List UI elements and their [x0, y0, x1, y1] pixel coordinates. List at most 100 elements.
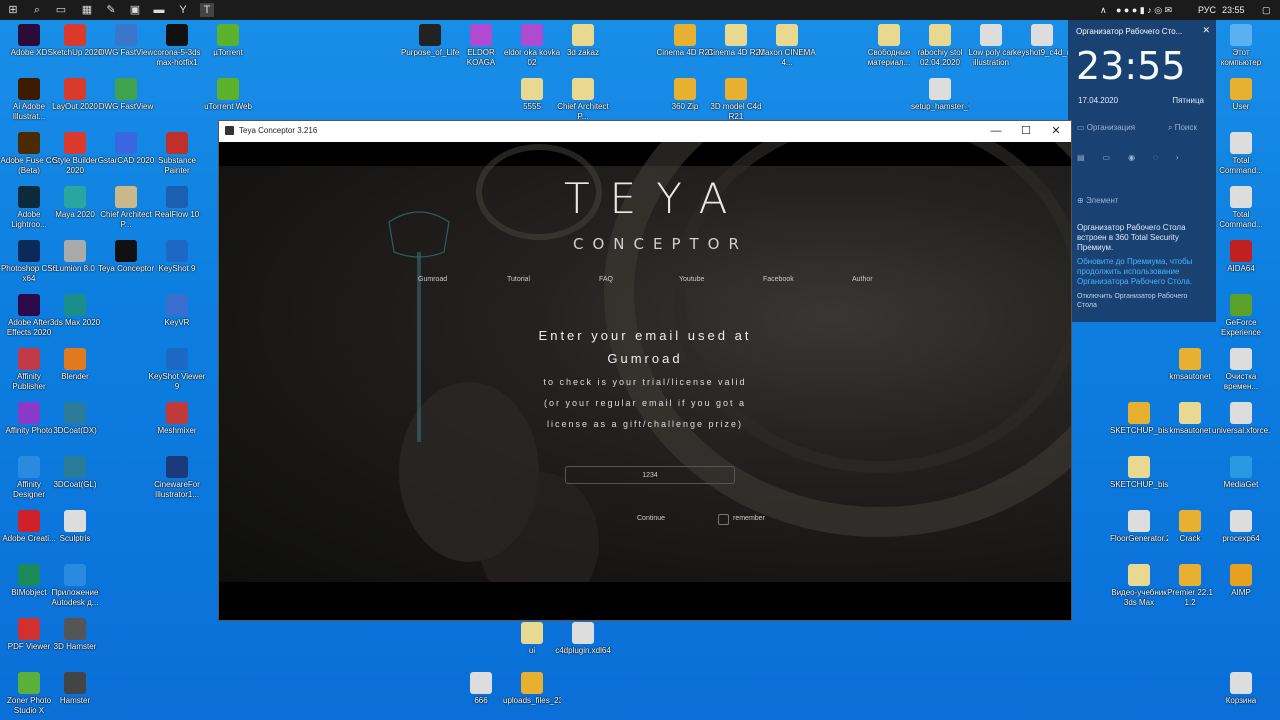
desktop-icon[interactable]: uploads_files_2317664_...	[503, 672, 561, 706]
desktop-icon[interactable]: 3d zakaz	[554, 24, 612, 58]
desktop-icon[interactable]: 3D Hamster	[46, 618, 104, 652]
close-icon[interactable]: ✕	[1202, 25, 1210, 36]
widget-toolbar-icons[interactable]: ▤▭◉◌›	[1077, 153, 1197, 162]
desktop-icon[interactable]: AIDA64	[1212, 240, 1270, 274]
desktop-icon[interactable]: User	[1212, 78, 1270, 112]
add-element-button[interactable]: ⊕ Элемент	[1077, 196, 1119, 205]
desktop-icon[interactable]: Очистка времен...	[1212, 348, 1270, 392]
desktop-icon[interactable]: procexp64	[1212, 510, 1270, 544]
paint-icon[interactable]: ✎	[104, 3, 118, 17]
remember-checkbox[interactable]	[718, 514, 729, 525]
nav-gumroad[interactable]: Gumroad	[418, 276, 447, 283]
desktop-icon[interactable]: 3ds Max 2020	[46, 294, 104, 328]
desktop-icon[interactable]: GeForce Experience	[1212, 294, 1270, 338]
desktop-icon[interactable]: GstarCAD 2020	[97, 132, 155, 166]
desktop-icon[interactable]: DWG FastView	[97, 78, 155, 112]
desktop-icon[interactable]: uTorrent Web	[199, 78, 257, 112]
desktop-icon[interactable]: 3D model C4d R21	[707, 78, 765, 122]
desktop-icon[interactable]: Hamster	[46, 672, 104, 706]
nav-facebook[interactable]: Facebook	[763, 276, 794, 283]
desktop-icon[interactable]: RealFlow 10	[148, 186, 206, 220]
nav-youtube[interactable]: Youtube	[679, 276, 704, 283]
desktop-icon[interactable]: FloorGenerator.2.10.for...	[1110, 510, 1168, 544]
language-indicator[interactable]: РУС	[1198, 0, 1216, 20]
desktop-icon[interactable]: CinewareFor Illustrator1...	[148, 456, 206, 500]
minimize-button[interactable]: —	[981, 121, 1011, 142]
notifications-icon[interactable]: ▢	[1262, 0, 1271, 20]
desktop-icon[interactable]: Style Builder 2020	[46, 132, 104, 176]
organize-button[interactable]: ▭ Организация	[1077, 123, 1135, 132]
desktop-icon[interactable]: ui	[503, 622, 561, 656]
start-icon[interactable]: ⊞	[6, 3, 20, 17]
desktop-icon[interactable]: Premier 22.1 1.2	[1161, 564, 1219, 608]
desktop-icon[interactable]: Crack	[1161, 510, 1219, 544]
desktop-icon[interactable]: 5555	[503, 78, 561, 112]
desktop-icon[interactable]: KeyVR	[148, 294, 206, 328]
desktop-icon[interactable]: setup_hamster_0.8.3	[911, 78, 969, 112]
desktop-icon[interactable]: SKETCHUP_bistr_model	[1110, 402, 1168, 436]
maximize-button[interactable]: ☐	[1011, 121, 1041, 142]
title-bar[interactable]: Teya Conceptor 3.216 — ☐ ✕	[219, 121, 1071, 142]
desktop-icon[interactable]: Lumion 8.0	[46, 240, 104, 274]
desktop-icon[interactable]: Maxon CINEMA 4...	[758, 24, 816, 68]
desktop-icon[interactable]: Substance Painter	[148, 132, 206, 176]
desktop-icon[interactable]: 3DCoat(GL)	[46, 456, 104, 490]
desktop-icon[interactable]: Total Command...	[1212, 186, 1270, 230]
disable-link[interactable]: Отключить Организатор Рабочего Стола	[1077, 292, 1207, 310]
desktop-icon[interactable]: KeyShot 9	[148, 240, 206, 274]
desktop-icon[interactable]: 666	[452, 672, 510, 706]
continue-button[interactable]: Continue	[637, 515, 665, 522]
clock[interactable]: 23:55	[1222, 0, 1245, 20]
calculator-icon[interactable]: ▦	[80, 3, 94, 17]
desktop-icon[interactable]: MediaGet	[1212, 456, 1270, 490]
desktop-icon[interactable]: Cinema 4D R21	[656, 24, 714, 58]
folder-icon[interactable]: ▬	[152, 3, 166, 17]
desktop-icon[interactable]: DWG FastView	[97, 24, 155, 58]
close-button[interactable]: ✕	[1041, 121, 1071, 142]
nav-faq[interactable]: FAQ	[599, 276, 613, 283]
desktop-icon[interactable]: Meshmixer	[148, 402, 206, 436]
desktop-icon[interactable]: Blender	[46, 348, 104, 382]
desktop-icon[interactable]: Sculptris	[46, 510, 104, 544]
desktop-icon[interactable]: rabochiy stol 02.04.2020	[911, 24, 969, 68]
yandex-icon[interactable]: Y	[176, 3, 190, 17]
desktop-icon[interactable]: Свободные материал...	[860, 24, 918, 68]
desktop-icon[interactable]: Этот компьютер	[1212, 24, 1270, 68]
desktop-icon[interactable]: 3DCoat(DX)	[46, 402, 104, 436]
desktop-icon[interactable]: kmsautonet	[1161, 348, 1219, 382]
desktop-icon[interactable]: Total Command...	[1212, 132, 1270, 176]
desktop-icon[interactable]: Low poly car illustration	[962, 24, 1020, 68]
desktop-icon[interactable]: µTorrent	[199, 24, 257, 58]
upgrade-link[interactable]: Обновите до Премиума, чтобы продолжить и…	[1077, 257, 1207, 287]
desktop-icon[interactable]: corona-5-3ds max-hotfix1	[148, 24, 206, 68]
desktop-icon[interactable]: 360 Zip	[656, 78, 714, 112]
task-view-icon[interactable]: ▭	[54, 3, 68, 17]
tray-icons[interactable]: ● ● ● ▮ ♪ ◎ ✉	[1116, 0, 1172, 20]
desktop-icon[interactable]: Cinema 4D R21	[707, 24, 765, 58]
widget-search-button[interactable]: ⌕ Поиск	[1168, 123, 1197, 133]
email-input[interactable]	[565, 466, 735, 484]
desktop-icon[interactable]: Maya 2020	[46, 186, 104, 220]
chevron-up-icon[interactable]: ∧	[1100, 0, 1107, 20]
nav-author[interactable]: Author	[852, 276, 873, 283]
desktop-icon[interactable]: LayOut 2020	[46, 78, 104, 112]
desktop-icon[interactable]: Видео-учебник 3ds Max	[1110, 564, 1168, 608]
desktop-icon[interactable]: eldor oka kovka 02	[503, 24, 561, 68]
desktop-icon[interactable]: SKETCHUP_bistr_model	[1110, 456, 1168, 490]
desktop-icon[interactable]: Приложение Autodesk д...	[46, 564, 104, 608]
desktop-icon[interactable]: Корзина	[1212, 672, 1270, 706]
desktop-icon[interactable]: Purpose_of_Life_Amaz...	[401, 24, 459, 58]
desktop-icon[interactable]: SketchUp 2020	[46, 24, 104, 58]
desktop-icon[interactable]: KeyShot Viewer 9	[148, 348, 206, 392]
desktop-icon[interactable]: universal.xforce.keygen...	[1212, 402, 1270, 436]
screenshot-icon[interactable]: ▣	[128, 3, 142, 17]
desktop-icon[interactable]: c4dplugin.xdl64	[554, 622, 612, 656]
desktop-icon[interactable]: Chief Architect P...	[97, 186, 155, 230]
nav-tutorial[interactable]: Tutorial	[507, 276, 530, 283]
desktop-icon[interactable]: Chief Architect P...	[554, 78, 612, 122]
desktop-icon[interactable]: keyshot9_c4d_r21_1.0	[1013, 24, 1071, 58]
desktop-icon[interactable]: AIMP	[1212, 564, 1270, 598]
search-icon[interactable]: ⌕	[30, 3, 44, 17]
desktop-icon[interactable]: kmsautonet	[1161, 402, 1219, 436]
desktop-icon[interactable]: Teya Conceptor	[97, 240, 155, 274]
